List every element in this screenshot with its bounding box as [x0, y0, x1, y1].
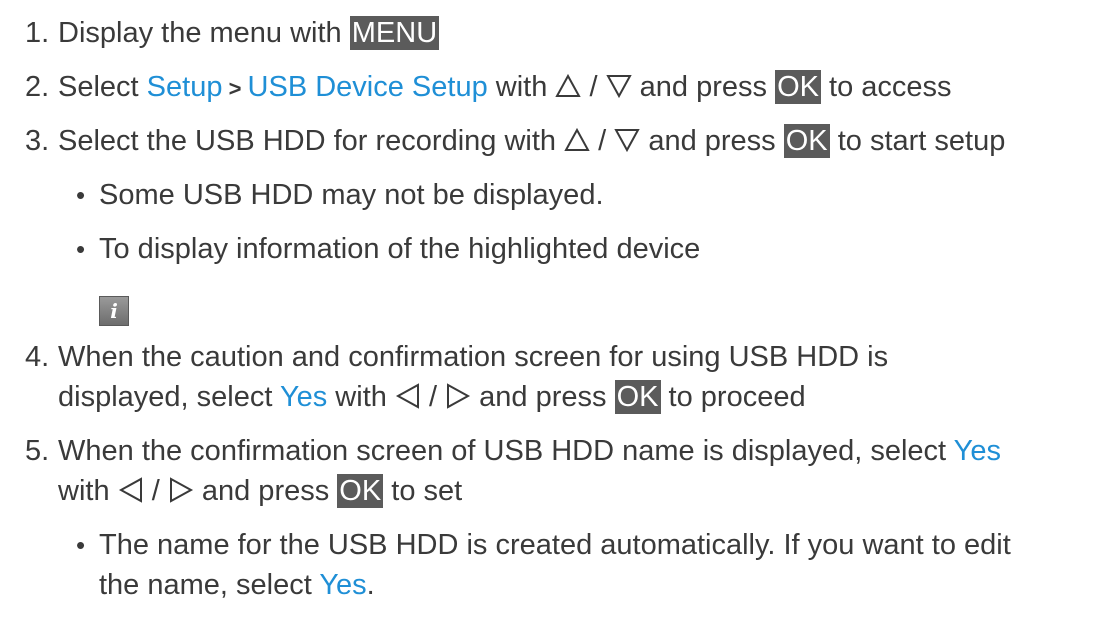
- text-segment: /: [420, 381, 446, 413]
- right-triangle-icon: [168, 477, 194, 503]
- text-segment: displayed, select: [58, 381, 280, 413]
- step-text-line-1: When the caution and confirmation screen…: [58, 341, 889, 373]
- text-segment: and press: [193, 475, 338, 507]
- step-text: Select the USB HDD for recording with / …: [58, 121, 1098, 161]
- bullet-text-line-2: the name, select Yes.: [99, 565, 375, 605]
- breadcrumb-separator: >: [222, 76, 248, 101]
- yes-link[interactable]: Yes: [280, 381, 327, 413]
- bullet-text: To display information of the highlighte…: [99, 233, 701, 265]
- instruction-page: 1. Display the menu with MENU 2. Select …: [0, 0, 1115, 619]
- text-segment: /: [590, 125, 615, 157]
- text-segment: to set: [383, 475, 463, 507]
- text-segment: Select: [58, 71, 147, 103]
- bullet-dot: •: [76, 180, 86, 210]
- step-number: 5.: [25, 435, 50, 467]
- text-segment: to access: [820, 71, 952, 103]
- text-segment: to start setup: [829, 125, 1006, 157]
- left-triangle-icon: [118, 477, 144, 503]
- yes-link[interactable]: Yes: [954, 435, 1001, 467]
- ok-key-label: OK: [775, 70, 821, 104]
- step-text: Select Setup > USB Device Setup with / a…: [58, 67, 1098, 109]
- step-text-line-1: When the confirmation screen of USB HDD …: [58, 431, 1098, 471]
- text-segment: .: [366, 569, 375, 601]
- text-segment: to proceed: [660, 381, 806, 413]
- step-text-line-2: with / and press OK to set: [58, 471, 1098, 511]
- text-segment: and press: [640, 125, 784, 157]
- yes-link[interactable]: Yes: [319, 569, 366, 601]
- setup-link[interactable]: Setup: [147, 71, 223, 103]
- text-segment: with: [487, 71, 556, 103]
- text-segment: with: [58, 475, 118, 507]
- usb-device-setup-link[interactable]: USB Device Setup: [248, 71, 488, 103]
- up-triangle-icon: [564, 127, 590, 153]
- info-icon: i: [99, 296, 129, 326]
- text-segment: When the confirmation screen of USB HDD …: [58, 435, 954, 467]
- ok-key-label: OK: [337, 474, 384, 508]
- step-number: 4.: [25, 341, 50, 373]
- ok-key-label: OK: [614, 380, 661, 414]
- text-segment: /: [581, 71, 606, 103]
- bullet-dot: •: [76, 530, 86, 560]
- right-triangle-icon: [445, 383, 471, 409]
- text-segment: with: [327, 381, 395, 413]
- menu-key-label: MENU: [349, 16, 440, 50]
- text-segment: the name, select: [99, 569, 320, 601]
- step-number: 2.: [25, 71, 50, 103]
- step-number: 1.: [25, 17, 50, 49]
- ok-key-label: OK: [783, 124, 830, 158]
- text-segment: Display the menu with: [58, 17, 350, 49]
- bullet-text-line-1: The name for the USB HDD is created auto…: [99, 529, 1011, 561]
- down-triangle-icon: [605, 73, 632, 99]
- step-number: 3.: [25, 125, 50, 157]
- text-segment: and press: [631, 71, 776, 103]
- bullet-dot: •: [76, 234, 86, 264]
- up-triangle-icon: [555, 73, 582, 99]
- left-triangle-icon: [395, 383, 421, 409]
- text-segment: Select the USB HDD for recording with: [58, 125, 565, 157]
- text-segment: /: [143, 475, 168, 507]
- text-segment: and press: [471, 381, 615, 413]
- bullet-text: Some USB HDD may not be displayed.: [99, 179, 604, 211]
- down-triangle-icon: [614, 127, 640, 153]
- step-text-line-2: displayed, select Yes with / and press O…: [58, 377, 1098, 417]
- step-text: Display the menu with MENU: [58, 13, 1098, 53]
